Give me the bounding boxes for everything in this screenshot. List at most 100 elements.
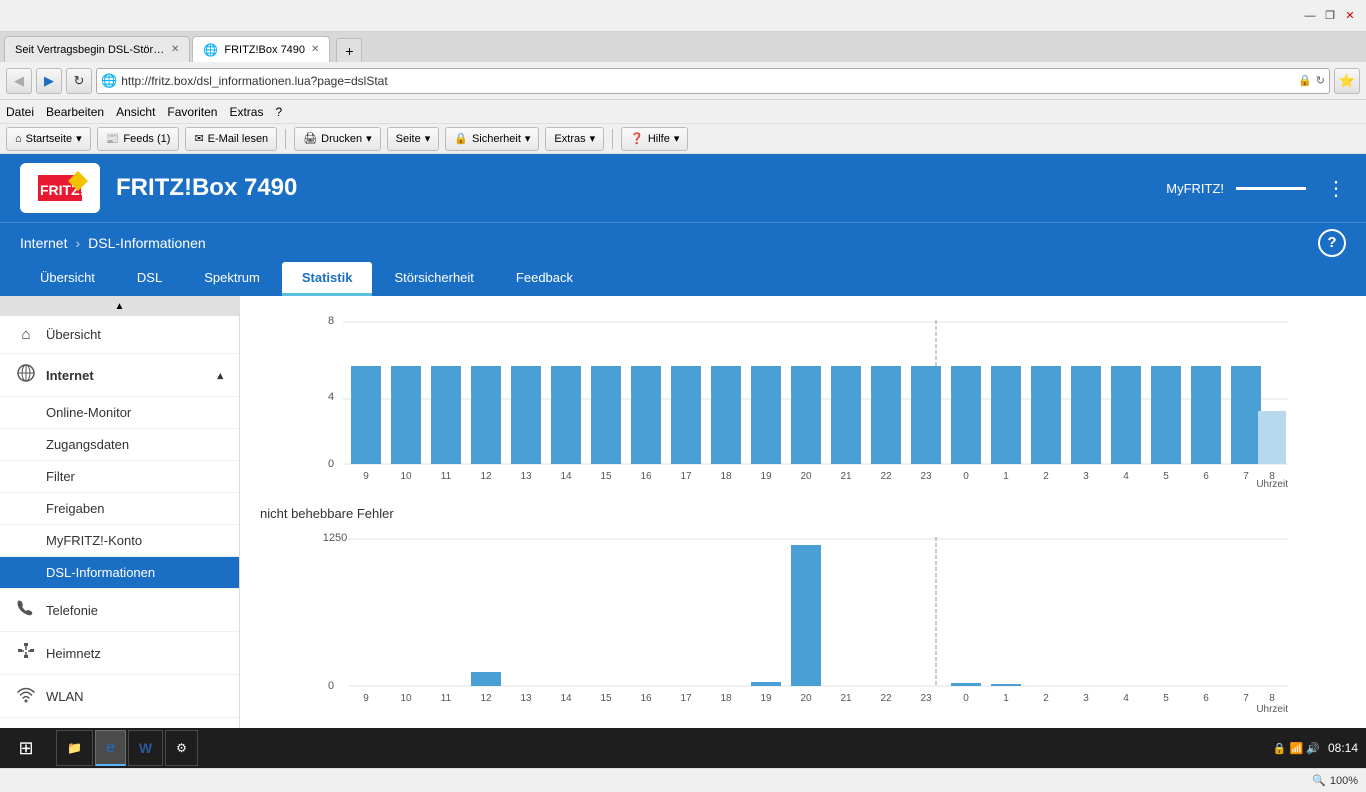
svg-text:18: 18: [720, 471, 732, 482]
svg-text:0: 0: [328, 680, 334, 692]
minimize-button[interactable]: —: [1302, 8, 1318, 24]
menu-datei[interactable]: Datei: [6, 105, 34, 119]
tab-dsl[interactable]: DSL: [117, 262, 182, 296]
startseite-button[interactable]: ⌂ Startseite ▾: [6, 127, 91, 151]
svg-text:9: 9: [363, 693, 369, 704]
sicherheit-icon: 🔒: [454, 132, 468, 145]
taskbar-app-ie[interactable]: e: [95, 730, 126, 766]
myfritz-link[interactable]: MyFRITZ!: [1166, 181, 1224, 196]
restore-button[interactable]: ❐: [1322, 8, 1338, 24]
zoom-control[interactable]: 🔍 100%: [1312, 774, 1358, 787]
browser-tab-1-label: Seit Vertragsbegin DSL-Störun...: [15, 44, 165, 56]
reload-button[interactable]: ↻: [66, 68, 92, 94]
sidebar-item-online-monitor[interactable]: Online-Monitor: [0, 397, 239, 429]
forward-button[interactable]: ▶: [36, 68, 62, 94]
main-content: 8 4 0: [240, 296, 1366, 768]
svg-text:0: 0: [963, 693, 969, 704]
browser-tab-1[interactable]: Seit Vertragsbegin DSL-Störun... ✕: [4, 36, 190, 62]
back-button[interactable]: ◀: [6, 68, 32, 94]
search-button[interactable]: ⭐: [1334, 68, 1360, 94]
svg-text:11: 11: [441, 693, 452, 704]
header-right: MyFRITZ! ⋮: [1166, 176, 1346, 201]
svg-text:3: 3: [1083, 693, 1089, 704]
browser-tab-2-label: FRITZ!Box 7490: [224, 44, 305, 56]
svg-text:5: 5: [1163, 693, 1169, 704]
svg-text:11: 11: [441, 471, 452, 482]
tab-uebersicht[interactable]: Übersicht: [20, 262, 115, 296]
sidebar-item-internet[interactable]: Internet ▴: [0, 354, 239, 397]
tab-feedback[interactable]: Feedback: [496, 262, 593, 296]
sidebar-item-filter[interactable]: Filter: [0, 461, 239, 493]
svg-text:22: 22: [880, 693, 892, 704]
drucken-button[interactable]: 🖨 Drucken ▾: [294, 127, 380, 151]
menu-bearbeiten[interactable]: Bearbeiten: [46, 105, 104, 119]
address-input[interactable]: [121, 74, 1294, 88]
sidebar-item-wlan[interactable]: WLAN: [0, 675, 239, 718]
browser-nav: ◀ ▶ ↻ 🌐 🔒 ↻ ⭐: [0, 62, 1366, 100]
sidebar-item-zugangsdaten[interactable]: Zugangsdaten: [0, 429, 239, 461]
sidebar-scroll-up[interactable]: ▲: [0, 296, 239, 316]
menu-ansicht[interactable]: Ansicht: [116, 105, 155, 119]
breadcrumb-parent-link[interactable]: Internet: [20, 235, 67, 251]
sidebar-item-telefonie[interactable]: Telefonie: [0, 589, 239, 632]
svg-text:13: 13: [520, 471, 532, 482]
taskbar-right: 🔒 📶 🔊 08:14: [1273, 741, 1358, 755]
svg-text:4: 4: [1123, 471, 1129, 482]
sidebar-item-uebersicht[interactable]: ⌂ Übersicht: [0, 316, 239, 354]
sidebar-item-freigaben-label: Freigaben: [46, 501, 105, 516]
close-button[interactable]: ✕: [1342, 8, 1358, 24]
tab-spektrum[interactable]: Spektrum: [184, 262, 280, 296]
browser-tab-2[interactable]: 🌐 FRITZ!Box 7490 ✕: [192, 36, 330, 62]
sidebar-item-online-monitor-label: Online-Monitor: [46, 405, 131, 420]
svg-text:14: 14: [560, 471, 572, 482]
menu-help[interactable]: ?: [275, 105, 282, 119]
browser-tab-2-close[interactable]: ✕: [311, 44, 319, 55]
sidebar-item-myfritz-konto[interactable]: MyFRITZ!-Konto: [0, 525, 239, 557]
extras-tb-button[interactable]: Extras ▾: [545, 127, 604, 151]
zoom-icon: 🔍: [1312, 774, 1326, 787]
new-tab-button[interactable]: +: [336, 38, 362, 62]
svg-text:15: 15: [600, 471, 612, 482]
hilfe-button[interactable]: ❓ Hilfe ▾: [621, 127, 688, 151]
breadcrumb-items: Internet › DSL-Informationen: [20, 235, 206, 251]
svg-text:21: 21: [840, 693, 852, 704]
hilfe-label: Hilfe: [648, 133, 670, 145]
taskbar-apps: 📁 e W ⚙: [48, 730, 1269, 766]
zoom-level: 100%: [1330, 775, 1358, 787]
svg-text:14: 14: [560, 693, 572, 704]
chart2-svg: 1250 0: [260, 529, 1346, 714]
taskbar-app-word[interactable]: W: [128, 730, 163, 766]
address-favicon: 🌐: [101, 73, 117, 89]
menu-extras[interactable]: Extras: [229, 105, 263, 119]
svg-text:1250: 1250: [323, 532, 347, 544]
internet-icon: [16, 364, 36, 386]
browser-tab-1-close[interactable]: ✕: [171, 44, 179, 55]
sidebar-item-uebersicht-label: Übersicht: [46, 327, 101, 342]
seite-button[interactable]: Seite ▾: [387, 127, 440, 151]
fritz-logo-svg: FRITZ!: [30, 169, 90, 207]
svg-text:12: 12: [480, 471, 492, 482]
sidebar-item-freigaben[interactable]: Freigaben: [0, 493, 239, 525]
seite-label: Seite: [396, 133, 421, 145]
sicherheit-button[interactable]: 🔒 Sicherheit ▾: [445, 127, 539, 151]
header-menu-icon[interactable]: ⋮: [1326, 176, 1346, 201]
taskbar-app-explorer[interactable]: 📁: [56, 730, 93, 766]
menu-favoriten[interactable]: Favoriten: [167, 105, 217, 119]
explorer-icon: 📁: [67, 741, 82, 755]
feeds-button[interactable]: 📰 Feeds (1): [97, 127, 180, 151]
help-button[interactable]: ?: [1318, 229, 1346, 257]
sidebar-item-heimnetz[interactable]: Heimnetz: [0, 632, 239, 675]
svg-text:0: 0: [963, 471, 969, 482]
start-button[interactable]: ⊞: [8, 730, 44, 766]
svg-text:16: 16: [640, 693, 652, 704]
svg-text:12: 12: [480, 693, 492, 704]
tab-stoersicherheit[interactable]: Störsicherheit: [374, 262, 493, 296]
sidebar-item-dsl-informationen[interactable]: DSL-Informationen: [0, 557, 239, 589]
sicherheit-label: Sicherheit: [472, 133, 521, 145]
sidebar-item-myfritz-konto-label: MyFRITZ!-Konto: [46, 533, 142, 548]
tab-statistik[interactable]: Statistik: [282, 262, 373, 296]
taskbar-app-settings[interactable]: ⚙: [165, 730, 198, 766]
email-button[interactable]: ✉ E-Mail lesen: [185, 127, 277, 151]
seite-chevron: ▾: [425, 132, 431, 145]
svg-text:10: 10: [400, 471, 412, 482]
